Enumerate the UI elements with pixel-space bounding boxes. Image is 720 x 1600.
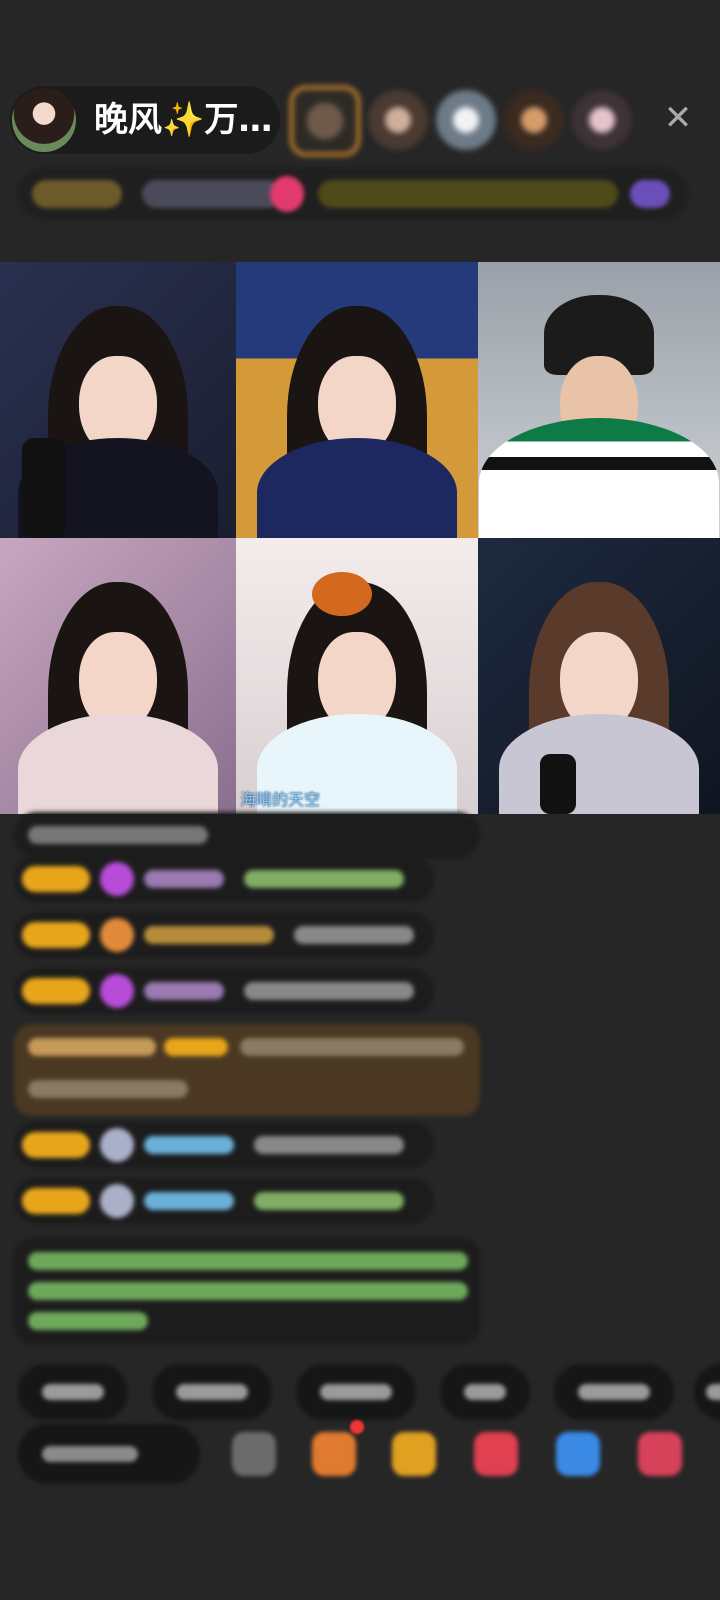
chat-user (144, 870, 224, 888)
stats-bar[interactable] (18, 168, 688, 220)
microphone-icon (22, 438, 66, 538)
chat-text (28, 1312, 148, 1330)
quick-reply-button[interactable] (554, 1364, 674, 1420)
avatar (100, 1184, 134, 1218)
level-badge (22, 1188, 90, 1214)
quick-reply-button[interactable] (694, 1364, 720, 1420)
notification-dot (350, 1420, 364, 1434)
gift-box-icon[interactable] (312, 1432, 356, 1476)
quick-reply-button[interactable] (296, 1364, 416, 1420)
emoji-icon[interactable] (232, 1432, 276, 1476)
chat-text (244, 870, 404, 888)
chat-text (28, 826, 208, 844)
input-placeholder (42, 1446, 138, 1462)
chat-text (28, 1252, 468, 1270)
quick-reply-button[interactable] (440, 1364, 530, 1420)
fan-icon (100, 918, 134, 952)
diamond-icon (100, 862, 134, 896)
streamer-body (257, 438, 457, 538)
chat-message (14, 856, 434, 902)
chat-message (14, 1178, 434, 1224)
streamer-body (499, 714, 699, 814)
close-icon[interactable]: ✕ (660, 100, 696, 136)
host-name: 晚风✨万… (94, 100, 273, 140)
level-badge (22, 1132, 90, 1158)
viewer-avatar[interactable] (572, 90, 632, 150)
diamond-icon (100, 974, 134, 1008)
video-tile-1[interactable] (0, 262, 236, 538)
more-icon[interactable] (638, 1432, 682, 1476)
game-icon[interactable] (474, 1432, 518, 1476)
tile-caption: 海晴的天空 (240, 790, 321, 809)
quick-reply-button[interactable] (152, 1364, 272, 1420)
chat-text (28, 1080, 188, 1098)
quick-reply-button[interactable] (18, 1364, 128, 1420)
video-tile-2[interactable] (236, 262, 478, 538)
level-badge (164, 1038, 228, 1056)
system-notice (14, 1238, 480, 1344)
chat-text (254, 1136, 404, 1154)
hair-accessory-icon (312, 572, 372, 616)
heart-icon (270, 176, 304, 212)
video-tile-4[interactable] (0, 538, 236, 814)
task-chip[interactable] (318, 180, 618, 208)
chat-text (240, 1038, 464, 1056)
video-tile-6[interactable] (478, 538, 720, 814)
host-info-pill[interactable]: 晚风✨万… (10, 86, 280, 154)
host-avatar[interactable] (12, 88, 76, 152)
chat-text (254, 1192, 404, 1210)
chat-message-highlight (14, 1024, 480, 1116)
video-tile-5[interactable]: 海晴的天空 (236, 538, 478, 814)
chat-badges (28, 1038, 156, 1056)
chat-message (14, 1122, 434, 1168)
viewer-avatar[interactable] (368, 90, 428, 150)
viewer-avatar[interactable] (436, 90, 496, 150)
chat-text (244, 982, 414, 1000)
video-grid: 海晴的天空 (0, 262, 720, 814)
chat-user (144, 926, 274, 944)
rank-chip (32, 180, 122, 208)
gift-icon[interactable] (630, 180, 670, 208)
chat-message (14, 968, 434, 1014)
chat-user (144, 1136, 234, 1154)
microphone-icon (540, 754, 576, 814)
video-tile-3[interactable] (478, 262, 720, 538)
streamer-body (18, 714, 218, 814)
chat-user (144, 1192, 234, 1210)
chat-text (28, 1282, 468, 1300)
fans-chip (142, 180, 282, 208)
chat-message (14, 812, 480, 858)
streamer-body (479, 418, 719, 538)
comment-input[interactable] (18, 1424, 200, 1484)
chat-message (14, 912, 434, 958)
shop-icon[interactable] (556, 1432, 600, 1476)
treasure-icon[interactable] (392, 1432, 436, 1476)
level-badge (22, 922, 90, 948)
chat-text (294, 926, 414, 944)
chat-user (144, 982, 224, 1000)
viewer-avatar[interactable] (504, 90, 564, 150)
level-badge (22, 866, 90, 892)
top-viewer-avatar[interactable] (290, 86, 360, 156)
avatar (100, 1128, 134, 1162)
level-badge (22, 978, 90, 1004)
